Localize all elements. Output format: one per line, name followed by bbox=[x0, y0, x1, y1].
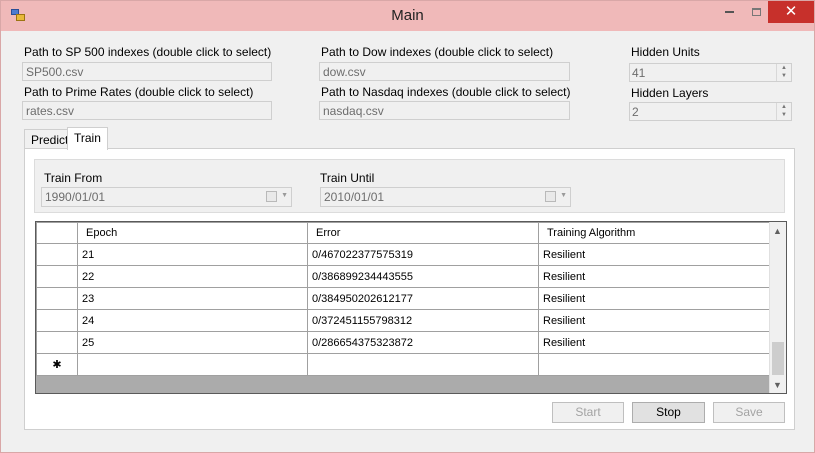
table-row[interactable]: 24 0/372451155798312 Resilient bbox=[36, 309, 771, 332]
column-header-epoch[interactable]: Epoch bbox=[77, 222, 308, 244]
algorithm-cell[interactable]: Resilient bbox=[538, 331, 771, 354]
hidden-units-spin-buttons: ▲ ▼ bbox=[776, 64, 791, 81]
epoch-cell[interactable]: 22 bbox=[77, 265, 308, 288]
algorithm-cell[interactable] bbox=[538, 353, 771, 376]
close-icon: ✕ bbox=[784, 3, 798, 20]
spin-down-icon[interactable]: ▼ bbox=[777, 72, 791, 80]
minimize-icon bbox=[724, 10, 734, 13]
spin-down-icon[interactable]: ▼ bbox=[777, 111, 791, 119]
train-until-value: 2010/01/01 bbox=[324, 190, 385, 204]
row-header[interactable] bbox=[36, 331, 78, 354]
error-cell[interactable]: 0/467022377575319 bbox=[307, 243, 539, 266]
chevron-down-icon[interactable]: ▼ bbox=[281, 192, 288, 199]
train-until-picker[interactable]: 2010/01/01 ▼ bbox=[320, 187, 571, 207]
train-from-value: 1990/01/01 bbox=[45, 190, 106, 204]
scroll-down-icon[interactable]: ▼ bbox=[773, 380, 782, 390]
dow-path-label: Path to Dow indexes (double click to sel… bbox=[321, 45, 554, 59]
hidden-units-spinner[interactable]: 41 ▲ ▼ bbox=[629, 63, 792, 82]
results-table: Epoch Error Training Algorithm 21 0/4670… bbox=[36, 222, 771, 376]
table-row[interactable]: 25 0/286654375323872 Resilient bbox=[36, 331, 771, 354]
hidden-layers-spinner[interactable]: 2 ▲ ▼ bbox=[629, 102, 792, 121]
epoch-cell[interactable]: 25 bbox=[77, 331, 308, 354]
training-results-grid[interactable]: Epoch Error Training Algorithm 21 0/4670… bbox=[35, 221, 787, 394]
save-button[interactable]: Save bbox=[713, 402, 785, 423]
tab-train[interactable]: Train bbox=[67, 127, 108, 150]
prime-path-label: Path to Prime Rates (double click to sel… bbox=[24, 85, 254, 99]
error-cell[interactable]: 0/286654375323872 bbox=[307, 331, 539, 354]
hidden-layers-value: 2 bbox=[632, 105, 639, 119]
error-cell[interactable]: 0/386899234443555 bbox=[307, 265, 539, 288]
hidden-units-value: 41 bbox=[632, 66, 646, 80]
row-header[interactable] bbox=[36, 243, 78, 266]
grid-vertical-scrollbar[interactable]: ▲ ▼ bbox=[769, 222, 786, 393]
epoch-cell[interactable]: 24 bbox=[77, 309, 308, 332]
chevron-down-icon[interactable]: ▼ bbox=[560, 192, 567, 199]
new-row[interactable]: ✱ bbox=[36, 353, 771, 376]
table-row[interactable]: 21 0/467022377575319 Resilient bbox=[36, 243, 771, 266]
hidden-units-label: Hidden Units bbox=[631, 45, 700, 59]
hidden-layers-label: Hidden Layers bbox=[631, 86, 709, 100]
train-until-label: Train Until bbox=[320, 171, 375, 185]
row-header[interactable] bbox=[36, 265, 78, 288]
maximize-button[interactable] bbox=[743, 1, 769, 23]
algorithm-cell[interactable]: Resilient bbox=[538, 287, 771, 310]
scroll-thumb[interactable] bbox=[772, 342, 784, 375]
new-row-icon: ✱ bbox=[36, 353, 78, 376]
column-header-error[interactable]: Error bbox=[307, 222, 539, 244]
row-header[interactable] bbox=[36, 309, 78, 332]
hidden-layers-spin-buttons: ▲ ▼ bbox=[776, 103, 791, 120]
error-cell[interactable]: 0/384950202612177 bbox=[307, 287, 539, 310]
window-title: Main bbox=[391, 7, 424, 24]
nasdaq-path-label: Path to Nasdaq indexes (double click to … bbox=[321, 85, 571, 99]
minimize-button[interactable] bbox=[715, 1, 743, 23]
spin-up-icon[interactable]: ▲ bbox=[777, 64, 791, 72]
sp500-path-field[interactable]: SP500.csv bbox=[22, 62, 272, 81]
error-cell[interactable]: 0/372451155798312 bbox=[307, 309, 539, 332]
spin-up-icon[interactable]: ▲ bbox=[777, 103, 791, 111]
row-header[interactable] bbox=[36, 287, 78, 310]
close-button[interactable]: ✕ bbox=[768, 1, 814, 23]
epoch-cell[interactable]: 21 bbox=[77, 243, 308, 266]
stop-button[interactable]: Stop bbox=[632, 402, 705, 423]
epoch-cell[interactable]: 23 bbox=[77, 287, 308, 310]
calendar-icon[interactable] bbox=[266, 191, 277, 202]
maximize-icon bbox=[751, 7, 761, 16]
calendar-icon[interactable] bbox=[545, 191, 556, 202]
prime-path-field[interactable]: rates.csv bbox=[22, 101, 272, 120]
train-range-group: Train From 1990/01/01 ▼ Train Until 2010… bbox=[34, 159, 785, 213]
algorithm-cell[interactable]: Resilient bbox=[538, 265, 771, 288]
table-row[interactable]: 22 0/386899234443555 Resilient bbox=[36, 265, 771, 288]
nasdaq-path-field[interactable]: nasdaq.csv bbox=[319, 101, 570, 120]
start-button[interactable]: Start bbox=[552, 402, 624, 423]
train-from-label: Train From bbox=[44, 171, 103, 185]
title-bar[interactable]: Main ✕ bbox=[1, 1, 814, 31]
scroll-up-icon[interactable]: ▲ bbox=[773, 226, 782, 236]
main-window: Main ✕ Path to SP 500 indexes (double cl… bbox=[0, 0, 815, 453]
algorithm-cell[interactable]: Resilient bbox=[538, 243, 771, 266]
train-from-picker[interactable]: 1990/01/01 ▼ bbox=[41, 187, 292, 207]
table-header-row: Epoch Error Training Algorithm bbox=[36, 222, 771, 244]
table-row[interactable]: 23 0/384950202612177 Resilient bbox=[36, 287, 771, 310]
column-header-algorithm[interactable]: Training Algorithm bbox=[538, 222, 771, 244]
epoch-cell[interactable] bbox=[77, 353, 308, 376]
error-cell[interactable] bbox=[307, 353, 539, 376]
row-header-corner[interactable] bbox=[36, 222, 78, 244]
algorithm-cell[interactable]: Resilient bbox=[538, 309, 771, 332]
dow-path-field[interactable]: dow.csv bbox=[319, 62, 570, 81]
sp500-path-label: Path to SP 500 indexes (double click to … bbox=[24, 45, 272, 59]
